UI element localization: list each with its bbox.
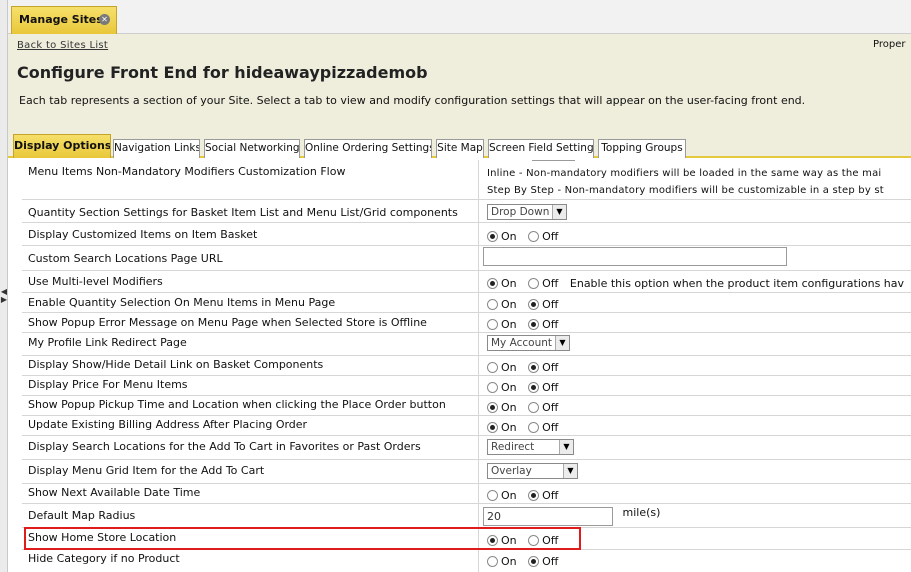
setting-label: Custom Search Locations Page URL — [28, 252, 223, 265]
setting-row-custom-search-url: Custom Search Locations Page URL — [22, 246, 911, 271]
radio-on[interactable] — [487, 299, 498, 310]
setting-row-search-locations-add-to-cart: Display Search Locations for the Add To … — [22, 436, 911, 460]
settings-table: Menu Items Non-Mandatory Modifiers Custo… — [22, 160, 911, 572]
setting-label: Update Existing Billing Address After Pl… — [28, 418, 308, 431]
setting-label: Display Search Locations for the Add To … — [28, 440, 421, 453]
radio-on[interactable] — [487, 490, 498, 501]
tab-site-map[interactable]: Site Map — [436, 139, 484, 158]
radio-on[interactable] — [487, 382, 498, 393]
radio-on[interactable] — [487, 422, 498, 433]
setting-row-profile-redirect: My Profile Link Redirect Page My Account… — [22, 333, 911, 356]
setting-row-display-customized-items: Display Customized Items on Item Basket … — [22, 223, 911, 246]
setting-row-hide-category: Hide Category if no Product On Off — [28, 552, 559, 568]
radio-on[interactable] — [487, 231, 498, 242]
tab-social-networking[interactable]: Social Networking — [204, 139, 300, 158]
top-tab-bar: Manage Sites ✕ — [8, 0, 911, 34]
chevron-down-icon: ▼ — [552, 205, 566, 219]
setting-row-multi-level-modifiers: Use Multi-level Modifiers On Off Enable … — [22, 271, 911, 293]
collapse-arrows-icon[interactable]: ◀ ▶ — [0, 288, 8, 304]
radio-off[interactable] — [528, 402, 540, 413]
setting-label: Enable Quantity Selection On Menu Items … — [28, 296, 336, 309]
setting-label: Show Popup Pickup Time and Location when… — [28, 398, 446, 411]
radio-off[interactable] — [528, 319, 540, 330]
setting-row-menu-grid-add-to-cart: Display Menu Grid Item for the Add To Ca… — [22, 460, 911, 484]
setting-row-show-home-store: Show Home Store Location On Off — [22, 528, 911, 550]
radio-off[interactable] — [528, 362, 540, 373]
tab-manage-sites[interactable]: Manage Sites ✕ — [11, 6, 117, 34]
option-note: Enable this option when the product item… — [569, 277, 905, 290]
unit-label: mile(s) — [622, 506, 661, 519]
select-partial[interactable] — [532, 160, 575, 161]
setting-row-default-map-radius: Default Map Radius 20 mile(s) — [22, 504, 911, 528]
radio-off[interactable] — [528, 382, 540, 393]
tab-navigation-links[interactable]: Navigation Links — [113, 139, 200, 158]
setting-label: Show Next Available Date Time — [28, 486, 201, 499]
setting-label: Display Show/Hide Detail Link on Basket … — [28, 358, 324, 371]
profile-redirect-select[interactable]: My Account ▼ — [487, 335, 570, 351]
close-icon[interactable]: ✕ — [99, 14, 110, 25]
radio-off[interactable] — [528, 535, 540, 546]
radio-off[interactable] — [528, 422, 540, 433]
tab-display-options[interactable]: Display Options — [13, 134, 111, 158]
setting-label: Display Menu Grid Item for the Add To Ca… — [28, 464, 265, 477]
setting-label: Display Price For Menu Items — [28, 378, 188, 391]
radio-on[interactable] — [487, 319, 498, 330]
radio-off[interactable] — [528, 490, 540, 501]
radio-on[interactable] — [487, 278, 498, 289]
setting-row-quantity-section: Quantity Section Settings for Basket Ite… — [22, 200, 911, 223]
radio-off[interactable] — [528, 231, 540, 242]
setting-label: Menu Items Non-Mandatory Modifiers Custo… — [28, 165, 346, 178]
setting-row-next-available-date: Show Next Available Date Time On Off — [22, 484, 911, 504]
radio-off[interactable] — [528, 556, 540, 567]
radio-on[interactable] — [487, 362, 498, 373]
chevron-down-icon: ▼ — [559, 440, 573, 454]
setting-label: My Profile Link Redirect Page — [28, 336, 187, 349]
setting-label: Default Map Radius — [28, 509, 136, 522]
radio-off[interactable] — [528, 299, 540, 310]
radio-on[interactable] — [487, 556, 498, 567]
tab-online-ordering-settings[interactable]: Online Ordering Settings — [304, 139, 432, 158]
chevron-down-icon: ▼ — [563, 464, 577, 478]
setting-row-modifiers-flow: Menu Items Non-Mandatory Modifiers Custo… — [22, 160, 911, 200]
menu-grid-select[interactable]: Overlay ▼ — [487, 463, 578, 479]
setting-row-display-price: Display Price For Menu Items On Off — [22, 376, 911, 396]
setting-label: Show Home Store Location — [28, 531, 177, 544]
setting-row-update-billing: Update Existing Billing Address After Pl… — [22, 416, 911, 436]
page-title: Configure Front End for hideawaypizzadem… — [17, 63, 428, 82]
page-header: Back to Sites List Proper Configure Fron… — [8, 34, 911, 132]
setting-row-popup-error-offline: Show Popup Error Message on Menu Page wh… — [22, 313, 911, 333]
search-locations-select[interactable]: Redirect ▼ — [487, 439, 574, 455]
radio-off[interactable] — [528, 278, 540, 289]
option-description: Inline - Non-mandatory modifiers will be… — [487, 168, 882, 179]
section-tab-bar: Display Options Navigation Links Social … — [8, 132, 911, 158]
custom-search-url-input[interactable] — [483, 247, 787, 266]
setting-label: Display Customized Items on Item Basket — [28, 228, 258, 241]
tab-topping-groups[interactable]: Topping Groups — [598, 139, 686, 158]
setting-label: Hide Category if no Product — [28, 552, 180, 565]
chevron-down-icon: ▼ — [555, 336, 569, 350]
map-radius-input[interactable]: 20 — [483, 507, 613, 526]
setting-row-show-hide-detail: Display Show/Hide Detail Link on Basket … — [22, 356, 911, 376]
quantity-section-select[interactable]: Drop Down ▼ — [487, 204, 567, 220]
option-description: Step By Step - Non-mandatory modifiers w… — [487, 185, 884, 196]
splitter-grip[interactable]: ◀ ▶ — [0, 0, 8, 572]
page-description: Each tab represents a section of your Si… — [19, 94, 806, 107]
setting-row-popup-pickup-time: Show Popup Pickup Time and Location when… — [22, 396, 911, 416]
setting-row-enable-quantity-selection: Enable Quantity Selection On Menu Items … — [22, 293, 911, 313]
radio-on[interactable] — [487, 535, 498, 546]
tab-screen-field-setting[interactable]: Screen Field Setting — [488, 139, 594, 158]
radio-on[interactable] — [487, 402, 498, 413]
back-to-sites-link[interactable]: Back to Sites List — [17, 40, 108, 51]
header-right-text[interactable]: Proper — [873, 39, 905, 50]
setting-label: Use Multi-level Modifiers — [28, 275, 163, 288]
setting-label: Quantity Section Settings for Basket Ite… — [28, 206, 458, 219]
setting-label: Show Popup Error Message on Menu Page wh… — [28, 316, 427, 329]
tab-manage-sites-label: Manage Sites — [19, 13, 103, 26]
